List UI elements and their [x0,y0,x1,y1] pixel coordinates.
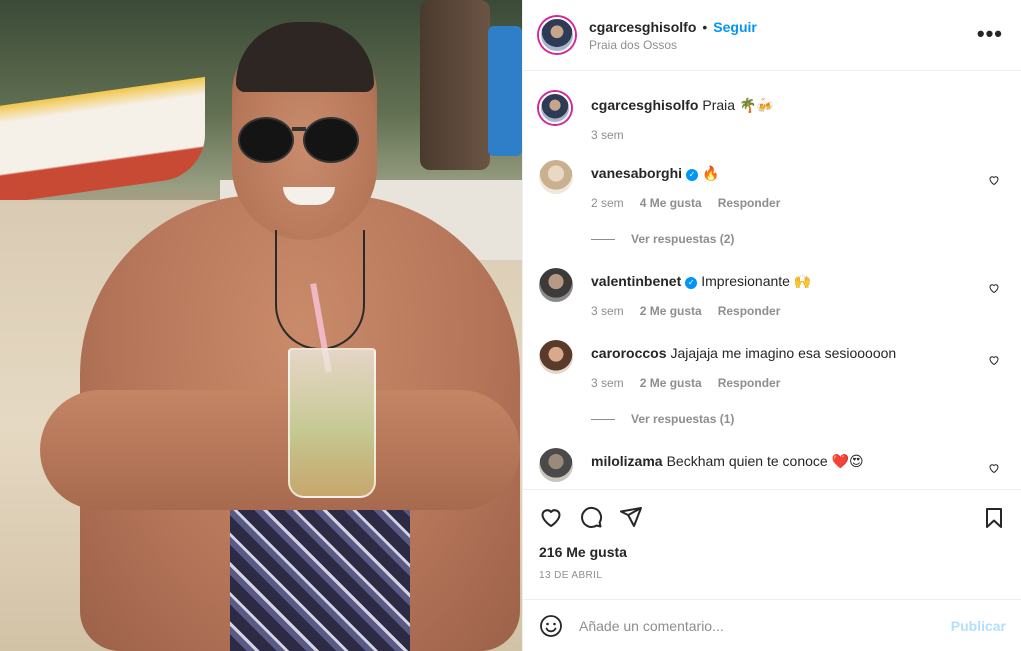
sunglasses-bridge [292,127,306,131]
post-location[interactable]: Praia dos Ossos [589,38,757,52]
more-options-icon[interactable]: ••• [977,23,1003,45]
view-replies-label: Ver respuestas (1) [631,412,735,426]
comment-like-heart-icon[interactable] [988,462,1000,474]
bookmark-icon[interactable] [982,506,1006,530]
author-avatar[interactable] [539,17,575,53]
reply-button[interactable]: Responder [718,376,781,390]
comment-text: Beckham quien te conoce ❤️😍 [666,453,864,469]
view-replies-button[interactable]: Ver respuestas (2) [591,232,1006,246]
comment-text: Impresionante 🙌 [701,273,812,289]
comment-text: Jajajaja me imagino esa sesiooooon [670,345,897,361]
comment-username[interactable]: milolizama [591,453,663,469]
person-arms [40,390,520,510]
comment-likes[interactable]: 4 Me gusta [640,196,702,210]
post-actions: 216 Me gusta 13 DE ABRIL [523,489,1021,581]
caption-time[interactable]: 3 sem [591,128,624,142]
author-username[interactable]: cgarcesghisolfo [589,19,696,35]
comment-time[interactable]: 3 sem [591,304,624,318]
commenter-avatar[interactable] [539,448,573,482]
comment-time[interactable]: 3 sem [591,376,624,390]
comment-input[interactable] [579,617,951,634]
commenter-avatar[interactable] [539,340,573,374]
comment-username[interactable]: caroroccos [591,345,666,361]
comment-username[interactable]: vanesaborghi [591,165,682,181]
comment-item: vanesaborghi ✓ 🔥 2 sem 4 Me gusta Responde… [539,160,1006,246]
comment-like-heart-icon[interactable] [988,282,1000,294]
post-header: cgarcesghisolfo • Seguir Praia dos Ossos… [523,0,1021,71]
caption-author-avatar[interactable] [539,92,571,124]
post-side-panel: cgarcesghisolfo • Seguir Praia dos Ossos… [522,0,1021,651]
comment-like-heart-icon[interactable] [988,174,1000,186]
comment-likes[interactable]: 2 Me gusta [640,304,702,318]
comment-like-heart-icon[interactable] [988,354,1000,366]
commenter-avatar[interactable] [539,268,573,302]
sunglasses-right-lens [303,117,359,163]
reply-button[interactable]: Responder [718,304,781,318]
publish-button[interactable]: Publicar [951,618,1006,634]
view-replies-button[interactable]: Ver respuestas (1) [591,412,1006,426]
comment-item: valentinbenet ✓ Impresionante 🙌 3 sem 2 Me… [539,268,1006,318]
emoji-icon[interactable] [539,614,563,638]
send-icon[interactable] [619,505,643,529]
post-date[interactable]: 13 DE ABRIL [539,570,1006,581]
comment-username[interactable]: valentinbenet [591,273,681,289]
verified-badge-icon: ✓ [685,277,698,289]
author-info: cgarcesghisolfo • Seguir Praia dos Ossos [589,19,757,52]
blue-barrel [488,26,522,156]
comment-item: milolizama Beckham quien te conoce ❤️😍 [539,448,1006,482]
comment-icon[interactable] [579,505,603,529]
comment-text: 🔥 [702,165,720,181]
replies-divider [591,238,615,240]
reply-button[interactable]: Responder [718,196,781,210]
likes-count[interactable]: 216 Me gusta [539,544,1006,560]
verified-badge-icon: ✓ [686,169,699,181]
comment-item: caroroccos Jajajaja me imagino esa sesioo… [539,340,1006,426]
comments-list[interactable]: cgarcesghisolfo Praia 🌴🍻 3 sem vanesaborg… [523,72,1021,488]
tree-trunk [420,0,490,170]
commenter-avatar[interactable] [539,160,573,194]
add-comment-bar: Publicar [523,599,1021,651]
view-replies-label: Ver respuestas (2) [631,232,735,246]
caption-text: Praia 🌴🍻 [702,97,774,113]
caption-username[interactable]: cgarcesghisolfo [591,97,698,113]
replies-divider [591,418,615,420]
post-photo[interactable] [0,0,522,651]
comment-time[interactable]: 2 sem [591,196,624,210]
sunglasses-left-lens [238,117,294,163]
separator-dot: • [702,18,708,35]
drink-cup [288,348,376,498]
comment-likes[interactable]: 2 Me gusta [640,376,702,390]
caption: cgarcesghisolfo Praia 🌴🍻 3 sem [539,90,1006,142]
follow-button[interactable]: Seguir [713,19,757,35]
heart-icon[interactable] [539,505,563,529]
person-shorts [230,500,410,651]
